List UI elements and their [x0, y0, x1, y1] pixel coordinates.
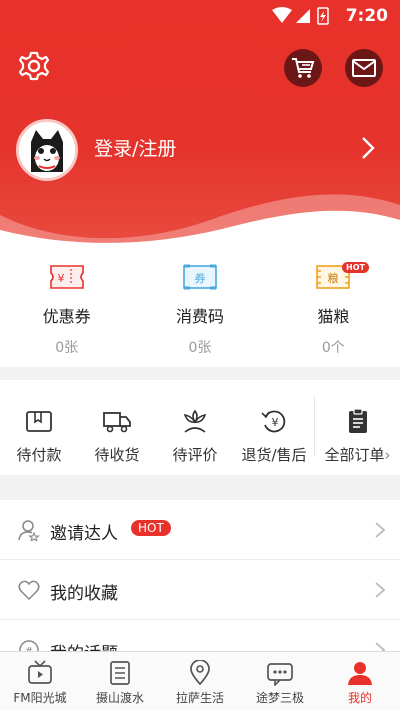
- hot-badge: HOT: [131, 520, 171, 536]
- list-item-favorites[interactable]: 我的收藏: [0, 560, 400, 620]
- mail-icon: [352, 59, 376, 77]
- settings-gear-icon[interactable]: [18, 50, 50, 82]
- list-item-label: 邀请达人: [50, 524, 118, 544]
- chevron-right-icon: ›: [384, 446, 391, 464]
- wallet-value: 0张: [55, 340, 79, 356]
- tab-sheshan-dushui[interactable]: 摄山渡水: [80, 652, 160, 711]
- refund-icon: ¥: [261, 410, 286, 433]
- coupon-icon: ¥: [49, 265, 84, 289]
- heart-icon: [18, 580, 40, 601]
- wallet-item-coupon[interactable]: ¥ 优惠券 0张: [0, 245, 133, 367]
- order-all-label: 全部订单: [324, 446, 385, 464]
- status-icons: [272, 6, 332, 30]
- svg-text:券: 券: [194, 271, 205, 285]
- list-item-label: 我的收藏: [50, 584, 118, 604]
- order-label: 待付款: [16, 446, 62, 464]
- wallet-item-grain[interactable]: 粮 猫粮 0个: [267, 245, 400, 367]
- tab-fm-yangguangcheng[interactable]: FM阳光城: [0, 652, 80, 711]
- wallet-label: 消费码: [175, 307, 224, 326]
- tab-label: 拉萨生活: [175, 691, 224, 705]
- order-label: 待评价: [172, 446, 218, 464]
- person-icon: [348, 662, 372, 685]
- wallet-label: 猫粮: [317, 307, 350, 326]
- chevron-right-icon: [375, 522, 386, 538]
- status-time: 7:20: [345, 6, 388, 26]
- profile-header: 7:20 登录/注册: [0, 0, 400, 245]
- status-bar: 7:20: [0, 0, 400, 34]
- list-item-invite[interactable]: 邀请达人 HOT: [0, 500, 400, 560]
- list-icon: [110, 661, 130, 685]
- order-label: 全部订单›: [315, 444, 400, 465]
- wallet-label: 优惠券: [42, 307, 91, 326]
- chat-icon: [267, 663, 293, 686]
- wallet-icon: [26, 411, 52, 432]
- profile-screen: 7:20 登录/注册 ¥ 优惠券 0张 券 消费码 0张 粮 猫粮 0个 HOT…: [0, 0, 400, 711]
- wallet-item-voucher[interactable]: 券 消费码 0张: [133, 245, 266, 367]
- wallet-section: ¥ 优惠券 0张 券 消费码 0张 粮 猫粮 0个: [0, 245, 400, 367]
- chevron-right-icon: [375, 582, 386, 598]
- tv-icon: [28, 660, 52, 684]
- orders-section: 待付款 待收货 待评价 ¥ 退货/售后 全部订单›: [0, 380, 400, 475]
- message-button[interactable]: [345, 49, 383, 87]
- flower-icon: [183, 409, 207, 433]
- cart-icon: [292, 58, 315, 78]
- tab-mine[interactable]: 我的: [320, 652, 400, 711]
- tab-lasa-shenghuo[interactable]: 拉萨生活: [160, 652, 240, 711]
- cart-button[interactable]: [284, 49, 322, 87]
- wallet-value: 0张: [188, 340, 212, 356]
- order-pending-payment[interactable]: 待付款: [0, 380, 78, 475]
- tab-label: 摄山渡水: [95, 691, 144, 705]
- order-pending-review[interactable]: 待评价: [156, 380, 234, 475]
- location-icon: [190, 660, 210, 686]
- bottom-tab-bar: FM阳光城 摄山渡水 拉萨生活 途梦三极 我的: [0, 651, 400, 711]
- voucher-icon: 券: [183, 264, 217, 290]
- signal-icon: [272, 7, 329, 25]
- grain-hot-badge: HOT: [342, 262, 369, 273]
- header-wave: [0, 194, 400, 245]
- wallet-value: 0个: [321, 340, 345, 356]
- tab-label: 我的: [347, 691, 372, 705]
- cat-avatar-icon: [19, 122, 75, 178]
- svg-text:粮: 粮: [328, 271, 339, 285]
- order-label: 退货/售后: [241, 446, 307, 464]
- tab-tumeng-sanji[interactable]: 途梦三极: [240, 652, 320, 711]
- clipboard-icon: [348, 408, 367, 433]
- login-register-link[interactable]: 登录/注册: [94, 134, 176, 161]
- order-all[interactable]: 全部订单›: [315, 380, 400, 475]
- user-avatar[interactable]: [16, 119, 78, 181]
- invite-user-icon: [18, 520, 40, 541]
- order-refund[interactable]: ¥ 退货/售后: [234, 380, 314, 475]
- order-pending-receipt[interactable]: 待收货: [78, 380, 156, 475]
- svg-text:¥: ¥: [272, 416, 279, 429]
- tab-label: FM阳光城: [13, 691, 67, 705]
- order-label: 待收货: [94, 446, 140, 464]
- svg-text:¥: ¥: [57, 272, 64, 285]
- tab-label: 途梦三极: [255, 691, 304, 705]
- truck-icon: [103, 412, 131, 433]
- chevron-right-icon[interactable]: [358, 135, 378, 161]
